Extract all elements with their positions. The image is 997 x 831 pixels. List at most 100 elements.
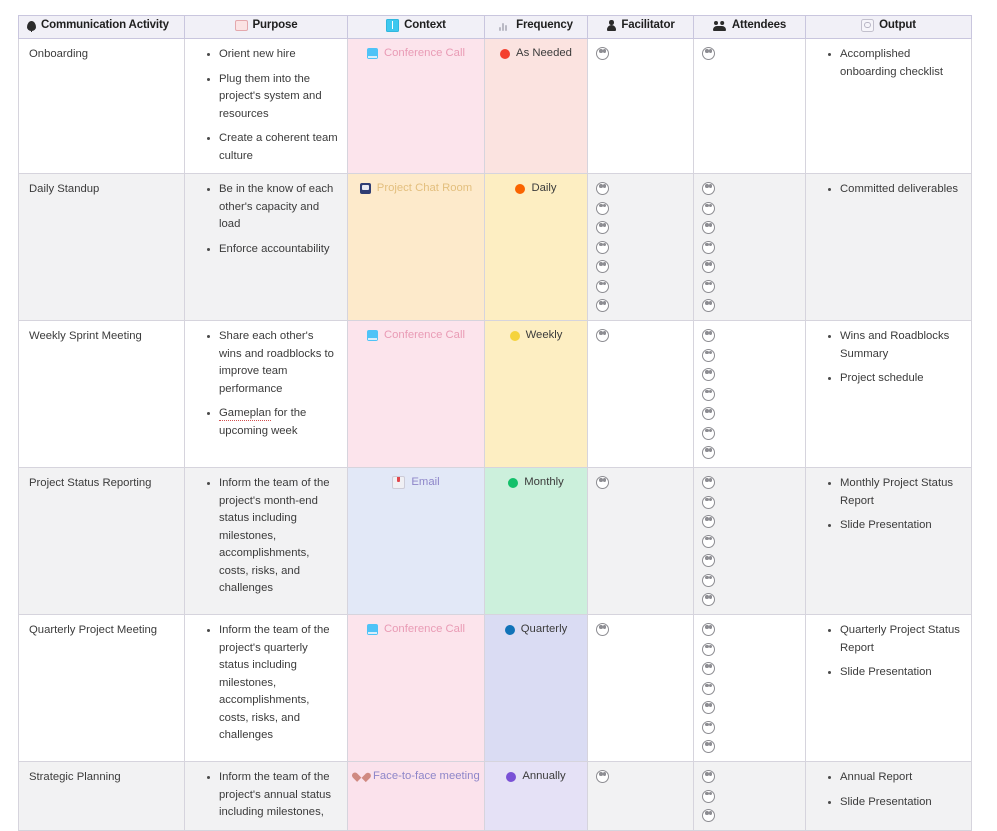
avatar[interactable] (702, 329, 715, 342)
avatar[interactable] (702, 221, 715, 234)
avatar[interactable] (702, 740, 715, 753)
avatar[interactable] (702, 642, 715, 656)
pin-icon (27, 20, 36, 32)
cell-frequency[interactable]: Monthly (484, 467, 588, 615)
cell-purpose[interactable]: Inform the team of the project's quarter… (184, 614, 348, 762)
cell-output[interactable]: Monthly Project Status Report Slide Prese… (805, 467, 972, 615)
cell-facilitator[interactable] (587, 38, 694, 174)
cell-communication-activity[interactable]: Weekly Sprint Meeting (18, 320, 185, 468)
avatar[interactable] (596, 221, 609, 234)
frequency-label: Quarterly (520, 623, 568, 635)
cell-facilitator[interactable] (587, 761, 694, 831)
cell-output[interactable]: Annual Report Slide Presentation (805, 761, 972, 831)
avatar[interactable] (702, 701, 715, 714)
cell-communication-activity[interactable]: Onboarding (18, 38, 185, 174)
avatar[interactable] (702, 573, 715, 587)
avatar[interactable] (702, 534, 715, 548)
avatar[interactable] (596, 476, 609, 489)
cell-communication-activity[interactable]: Quarterly Project Meeting (18, 614, 185, 762)
cell-purpose[interactable]: Inform the team of the project's annual … (184, 761, 348, 831)
avatar[interactable] (702, 623, 715, 636)
cell-communication-activity[interactable]: Daily Standup (18, 173, 185, 321)
book-icon (386, 19, 400, 32)
cell-frequency[interactable]: Daily (484, 173, 588, 321)
avatar[interactable] (702, 182, 715, 195)
cell-communication-activity[interactable]: Strategic Planning (18, 761, 185, 831)
cell-output[interactable]: Committed deliverables (805, 173, 972, 321)
table-row: Daily Standup Be in the know of each othe… (18, 173, 972, 321)
cell-context[interactable]: Project Chat Room (347, 173, 485, 321)
cell-output[interactable]: Accomplished onboarding checklist (805, 38, 972, 174)
cell-context[interactable]: Conference Call (347, 320, 485, 468)
avatar[interactable] (596, 623, 609, 636)
cell-purpose[interactable]: Inform the team of the project's month-e… (184, 467, 348, 615)
avatar[interactable] (702, 446, 715, 459)
cell-frequency[interactable]: Annually (484, 761, 588, 831)
cell-attendees[interactable] (693, 761, 806, 831)
column-header-context[interactable]: Context (347, 15, 485, 39)
avatar[interactable] (702, 554, 715, 567)
cell-facilitator[interactable] (587, 173, 694, 321)
avatar[interactable] (702, 426, 715, 440)
cell-output[interactable]: Wins and Roadblocks Summary Project sched… (805, 320, 972, 468)
avatar[interactable] (596, 329, 609, 342)
avatar[interactable] (702, 201, 715, 215)
avatar[interactable] (702, 789, 715, 803)
cell-purpose[interactable]: Be in the know of each other's capacity … (184, 173, 348, 321)
avatar[interactable] (702, 279, 715, 293)
avatar[interactable] (702, 387, 715, 401)
avatar[interactable] (702, 681, 715, 695)
cell-context[interactable]: Email (347, 467, 485, 615)
cell-attendees[interactable] (693, 614, 806, 762)
avatar[interactable] (702, 407, 715, 420)
cell-context[interactable]: Face-to-face meeting (347, 761, 485, 831)
column-header-purpose[interactable]: Purpose (184, 15, 348, 39)
avatar[interactable] (702, 495, 715, 509)
cell-facilitator[interactable] (587, 467, 694, 615)
avatar[interactable] (596, 182, 609, 195)
cell-output[interactable]: Quarterly Project Status Report Slide Pre… (805, 614, 972, 762)
avatar[interactable] (702, 260, 715, 273)
avatar[interactable] (702, 593, 715, 606)
column-header-activity[interactable]: Communication Activity (18, 15, 185, 39)
list-item: Enforce accountability (207, 241, 339, 259)
avatar[interactable] (702, 47, 715, 60)
avatar[interactable] (702, 368, 715, 381)
cell-attendees[interactable] (693, 38, 806, 174)
cell-facilitator[interactable] (587, 320, 694, 468)
cell-facilitator[interactable] (587, 614, 694, 762)
avatar[interactable] (702, 299, 715, 312)
cell-attendees[interactable] (693, 320, 806, 468)
cell-context[interactable]: Conference Call (347, 38, 485, 174)
avatar[interactable] (702, 720, 715, 734)
cell-frequency[interactable]: Weekly (484, 320, 588, 468)
avatar[interactable] (596, 299, 609, 312)
cell-communication-activity[interactable]: Project Status Reporting (18, 467, 185, 615)
list-item: Slide Presentation (828, 664, 963, 682)
column-header-facilitator[interactable]: Facilitator (587, 15, 694, 39)
cell-context[interactable]: Conference Call (347, 614, 485, 762)
list-item: Monthly Project Status Report (828, 475, 963, 510)
avatar[interactable] (702, 240, 715, 254)
avatar[interactable] (596, 770, 609, 783)
column-header-attendees[interactable]: Attendees (693, 15, 806, 39)
avatar[interactable] (596, 260, 609, 273)
cell-attendees[interactable] (693, 467, 806, 615)
cell-purpose[interactable]: Orient new hire Plug them into the projec… (184, 38, 348, 174)
avatar[interactable] (702, 348, 715, 362)
avatar[interactable] (596, 279, 609, 293)
cell-frequency[interactable]: As Needed (484, 38, 588, 174)
avatar[interactable] (596, 201, 609, 215)
avatar[interactable] (702, 476, 715, 489)
column-header-output[interactable]: Output (805, 15, 972, 39)
avatar[interactable] (702, 515, 715, 528)
avatar[interactable] (702, 770, 715, 783)
avatar[interactable] (596, 240, 609, 254)
column-header-frequency[interactable]: Frequency (484, 15, 588, 39)
avatar[interactable] (702, 809, 715, 822)
avatar[interactable] (702, 662, 715, 675)
cell-attendees[interactable] (693, 173, 806, 321)
cell-purpose[interactable]: Share each other's wins and roadblocks t… (184, 320, 348, 468)
avatar[interactable] (596, 47, 609, 60)
cell-frequency[interactable]: Quarterly (484, 614, 588, 762)
